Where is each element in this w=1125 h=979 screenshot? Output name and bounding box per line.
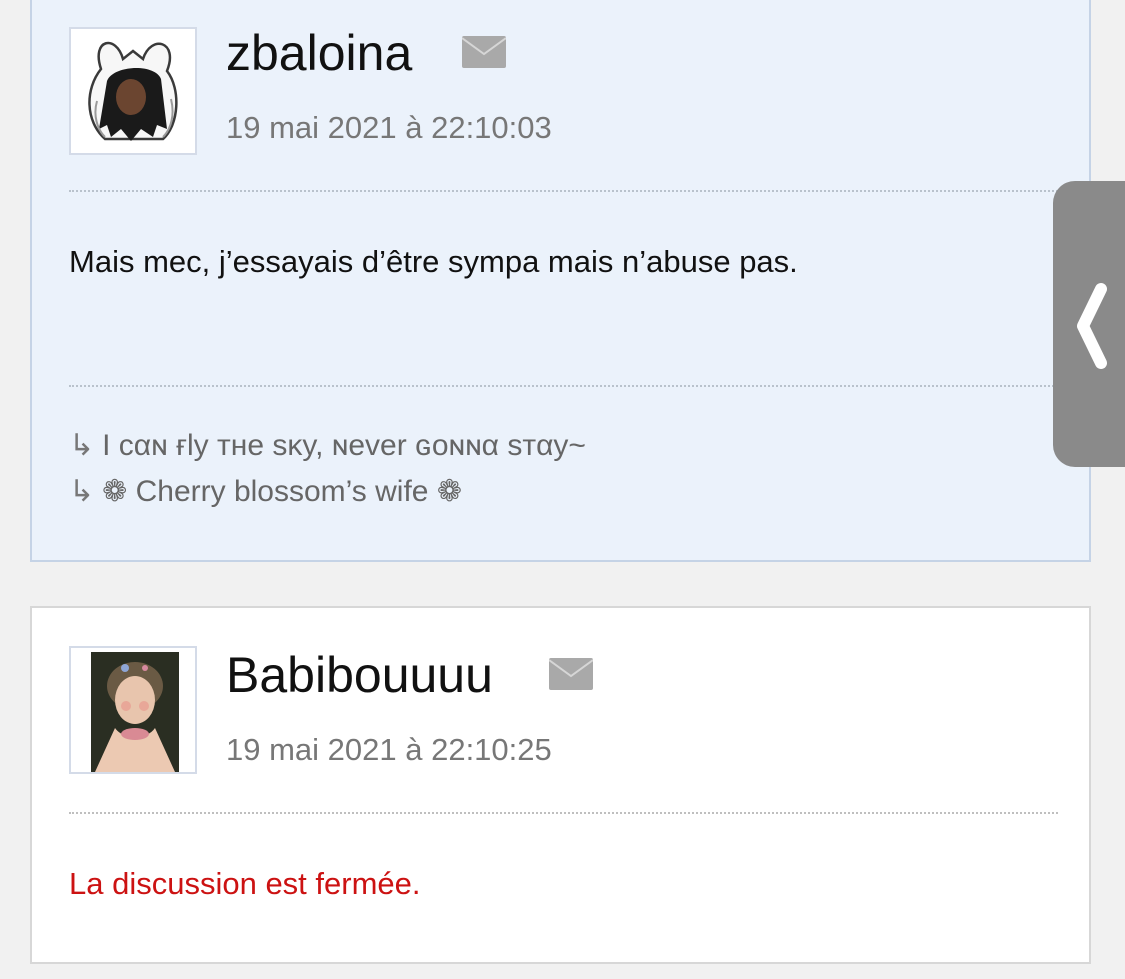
signature-text: ❁ Cherry blossom’s wife ❁ xyxy=(102,475,462,508)
user-avatar[interactable] xyxy=(69,646,197,774)
username[interactable]: Babibouuuu xyxy=(226,650,493,700)
post-message: Mais mec, j’essayais d’être sympa mais n… xyxy=(69,244,798,279)
signature-line: ↳ I cαɴ ғly тнe sĸy, ɴever ɢoɴɴα sтαy~ xyxy=(69,428,586,463)
chevron-left-icon xyxy=(1077,283,1107,369)
envelope-icon[interactable] xyxy=(462,36,506,68)
reply-arrow-icon: ↳ xyxy=(69,475,95,508)
envelope-icon[interactable] xyxy=(549,658,593,690)
divider xyxy=(69,385,1058,387)
avatar-image xyxy=(71,29,195,153)
discussion-page: zbaloina 19 mai 2021 à 22:10:03 Mais mec… xyxy=(0,0,1125,979)
post-babibouuuu: Babibouuuu 19 mai 2021 à 22:10:25 La dis… xyxy=(30,606,1091,964)
signature-text: I cαɴ ғly тнe sĸy, ɴever ɢoɴɴα sтαy~ xyxy=(102,429,586,462)
divider xyxy=(69,812,1058,814)
closed-notice: La discussion est fermée. xyxy=(69,866,421,901)
side-panel-toggle[interactable] xyxy=(1053,181,1125,467)
reply-arrow-icon: ↳ xyxy=(69,429,95,462)
post-timestamp: 19 mai 2021 à 22:10:03 xyxy=(226,110,552,145)
avatar-image xyxy=(71,648,195,772)
post-zbaloina: zbaloina 19 mai 2021 à 22:10:03 Mais mec… xyxy=(30,0,1091,562)
divider xyxy=(69,190,1058,192)
user-avatar[interactable] xyxy=(69,27,197,155)
signature-line: ↳ ❁ Cherry blossom’s wife ❁ xyxy=(69,474,462,509)
post-timestamp: 19 mai 2021 à 22:10:25 xyxy=(226,732,552,767)
username[interactable]: zbaloina xyxy=(226,28,412,78)
